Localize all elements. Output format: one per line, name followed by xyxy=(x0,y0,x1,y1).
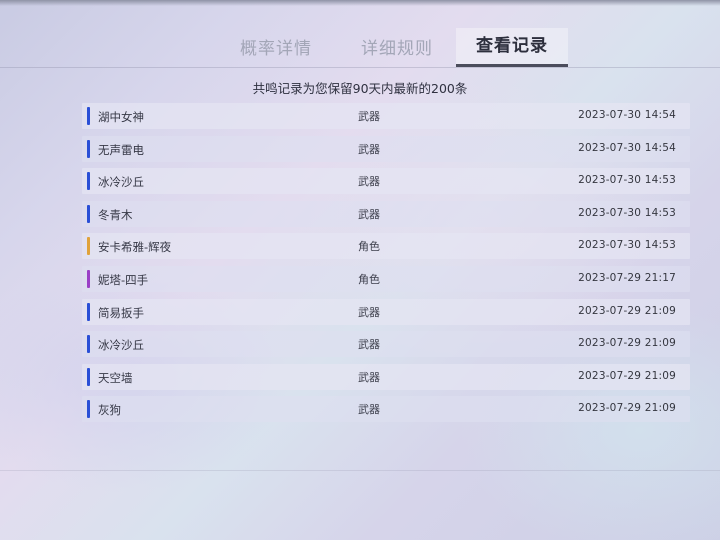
record-row: 湖中女神 武器 2023-07-30 14:54 xyxy=(82,103,690,129)
record-row: 简易扳手 武器 2023-07-29 21:09 xyxy=(82,298,690,325)
record-item-name: 冬青木 xyxy=(98,207,133,222)
rarity-indicator xyxy=(87,302,90,321)
divider xyxy=(0,470,720,471)
tab-probability-details[interactable]: 概率详情 xyxy=(240,34,312,59)
record-item-type: 角色 xyxy=(358,272,380,286)
tab-view-records[interactable]: 查看记录 xyxy=(456,28,568,67)
record-item-name: 简易扳手 xyxy=(98,305,144,320)
record-time: 2023-07-29 21:17 xyxy=(578,271,676,284)
rarity-indicator xyxy=(87,237,90,256)
record-item-type: 武器 xyxy=(358,305,380,319)
record-item-type: 武器 xyxy=(358,207,380,221)
record-time: 2023-07-30 14:53 xyxy=(578,206,676,219)
record-time: 2023-07-29 21:09 xyxy=(578,337,676,350)
retention-notice: 共鸣记录为您保留90天内最新的200条 xyxy=(252,81,468,96)
record-time: 2023-07-29 21:09 xyxy=(578,304,676,317)
record-item-name: 冰冷沙丘 xyxy=(98,175,144,190)
record-time: 2023-07-30 14:54 xyxy=(578,109,676,121)
record-time: 2023-07-30 14:53 xyxy=(578,239,676,252)
record-item-type: 武器 xyxy=(358,142,380,156)
tab-bar: 概率详情 详细规则 查看记录 xyxy=(220,28,580,67)
record-item-name: 灰狗 xyxy=(98,403,121,418)
rarity-indicator xyxy=(87,367,90,386)
record-item-type: 武器 xyxy=(358,110,380,123)
rarity-indicator xyxy=(87,400,90,419)
record-item-type: 武器 xyxy=(358,175,380,189)
rarity-indicator xyxy=(87,172,90,191)
record-item-type: 角色 xyxy=(358,240,380,254)
rarity-indicator xyxy=(87,139,90,158)
record-row: 妮塔-四手 角色 2023-07-29 21:17 xyxy=(82,265,690,292)
record-item-type: 武器 xyxy=(358,403,380,417)
record-time: 2023-07-30 14:53 xyxy=(578,174,676,187)
record-row: 灰狗 武器 2023-07-29 21:09 xyxy=(82,396,690,423)
record-item-name: 天空墙 xyxy=(98,370,133,385)
tab-divider xyxy=(0,67,720,68)
screen-bezel xyxy=(0,0,720,6)
record-list: 湖中女神 武器 2023-07-30 14:54 无声雷电 武器 2023-07-30 1… xyxy=(82,103,690,429)
record-row: 无声雷电 武器 2023-07-30 14:54 xyxy=(82,135,690,162)
record-item-name: 无声雷电 xyxy=(98,142,144,157)
rarity-indicator xyxy=(87,269,90,288)
record-item-name: 安卡希雅-辉夜 xyxy=(98,240,172,255)
tab-detailed-rules[interactable]: 详细规则 xyxy=(361,34,433,59)
rarity-indicator xyxy=(87,107,90,125)
record-row: 安卡希雅-辉夜 角色 2023-07-30 14:53 xyxy=(82,233,690,260)
record-row: 冰冷沙丘 武器 2023-07-29 21:09 xyxy=(82,331,690,358)
record-row: 冬青木 武器 2023-07-30 14:53 xyxy=(82,200,690,227)
record-time: 2023-07-29 21:09 xyxy=(578,369,676,382)
record-time: 2023-07-29 21:09 xyxy=(578,402,676,415)
record-item-type: 武器 xyxy=(358,338,380,352)
record-item-name: 冰冷沙丘 xyxy=(98,338,144,353)
record-item-type: 武器 xyxy=(358,370,380,384)
record-row: 冰冷沙丘 武器 2023-07-30 14:53 xyxy=(82,168,690,195)
record-time: 2023-07-30 14:54 xyxy=(578,141,676,154)
rarity-indicator xyxy=(87,335,90,354)
record-item-name: 湖中女神 xyxy=(98,110,144,124)
rarity-indicator xyxy=(87,204,90,223)
record-row: 天空墙 武器 2023-07-29 21:09 xyxy=(82,363,690,390)
record-item-name: 妮塔-四手 xyxy=(98,272,149,287)
